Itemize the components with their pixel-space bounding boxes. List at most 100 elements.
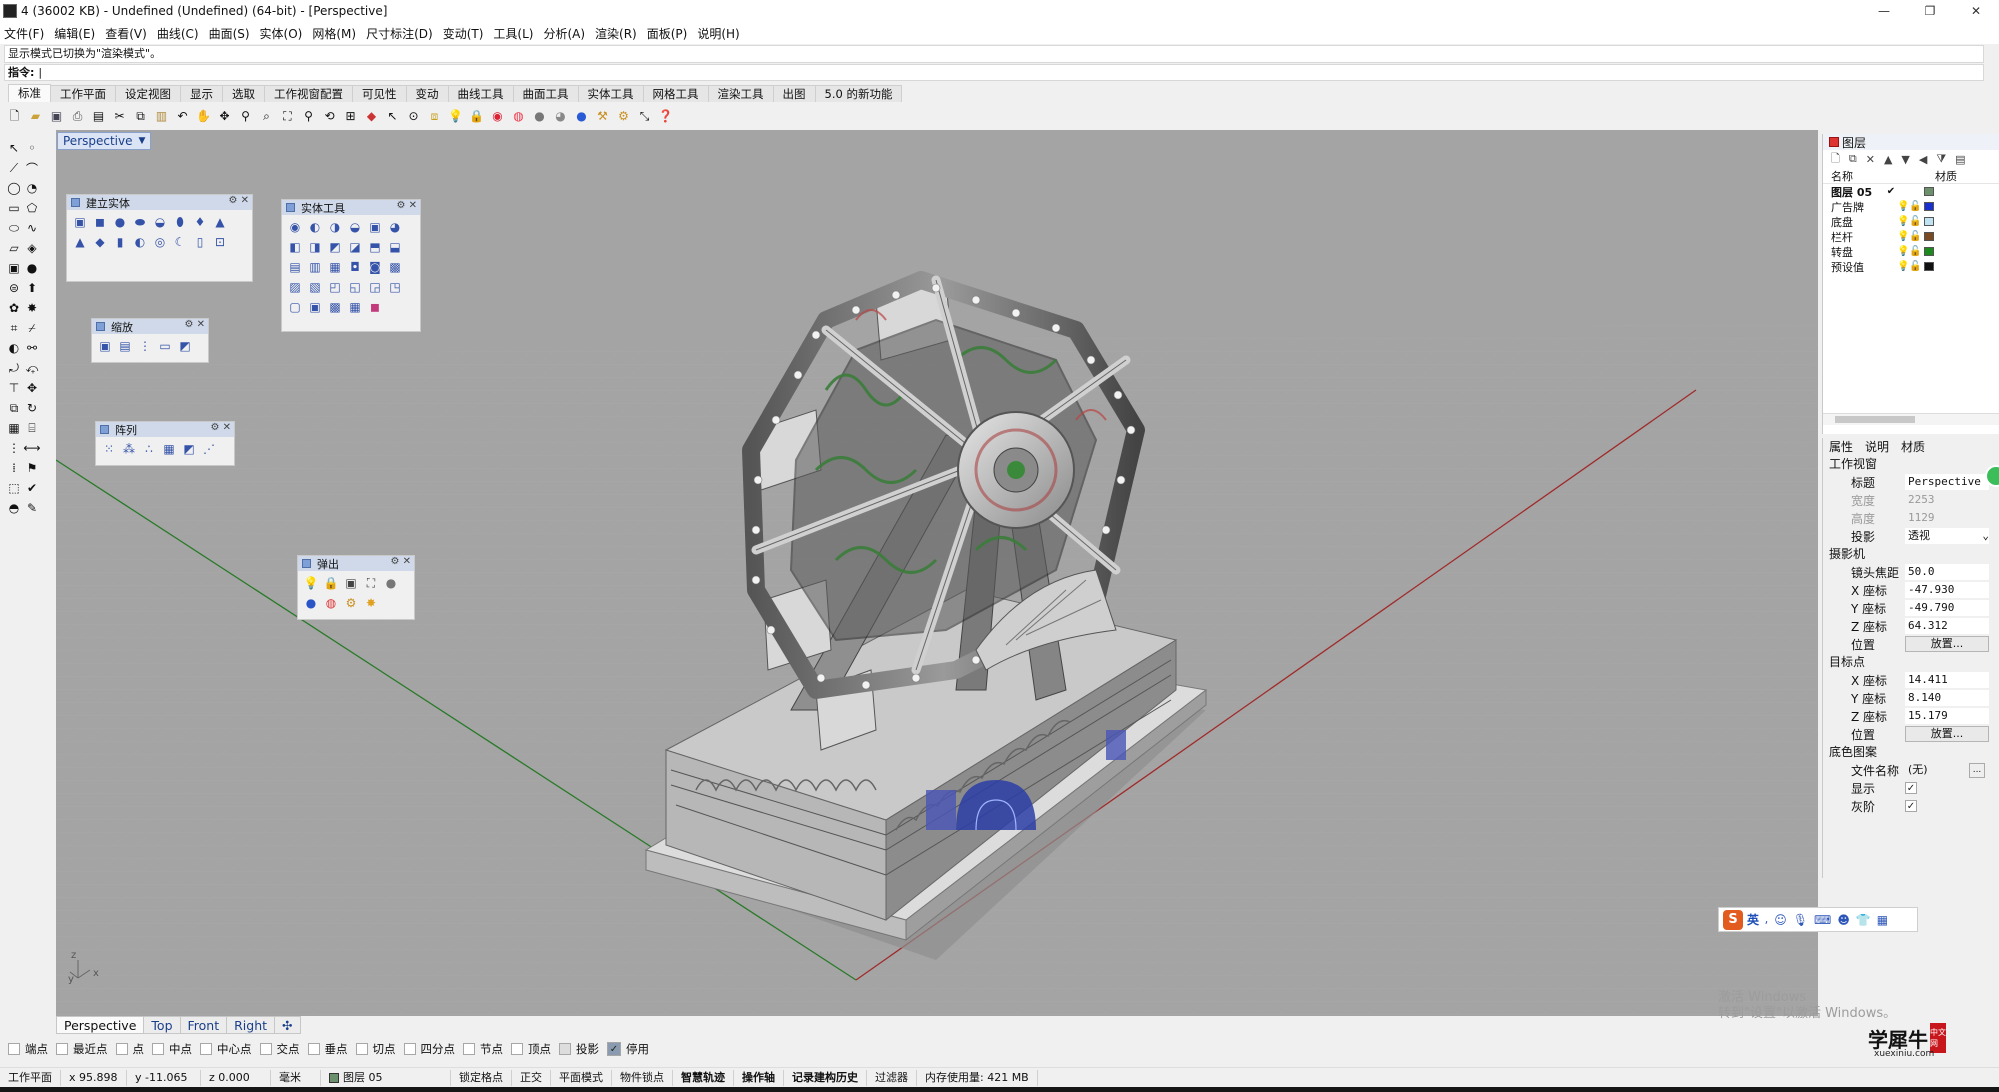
osnap-tan-checkbox[interactable] bbox=[355, 1043, 368, 1055]
palette-popup-header[interactable]: 弹出 ⚙ ✕ bbox=[298, 556, 414, 571]
osnap-perp[interactable]: 垂点 bbox=[307, 1041, 348, 1057]
array-hole-icon[interactable]: ▧ bbox=[307, 279, 323, 295]
undo-view-icon[interactable]: ⟲ bbox=[321, 108, 338, 125]
layer-color-swatch[interactable] bbox=[1924, 187, 1934, 196]
palette-zoom-header[interactable]: 缩放 ⚙ ✕ bbox=[92, 319, 208, 334]
skin-shirt-icon[interactable]: 👕 bbox=[1856, 913, 1871, 927]
grid-array-icon[interactable]: ▦ bbox=[161, 441, 177, 457]
hole-icon[interactable]: ◘ bbox=[347, 259, 363, 275]
tab-standard[interactable]: 标准 bbox=[8, 84, 51, 102]
new-layer-icon[interactable]: 🗋 bbox=[1831, 150, 1840, 169]
wire-cut-icon[interactable]: ◪ bbox=[347, 239, 363, 255]
project-icon[interactable]: ⬚ bbox=[6, 480, 22, 496]
filter-icon[interactable]: ⧩ bbox=[1936, 152, 1946, 166]
boolean-intersection-icon[interactable]: ◑ bbox=[327, 219, 343, 235]
arc-icon[interactable]: ◔ bbox=[24, 180, 40, 196]
place-camera-button[interactable]: 放置... bbox=[1905, 636, 1989, 652]
sphere-icon[interactable]: ● bbox=[24, 260, 40, 276]
menu-analyze[interactable]: 分析(A) bbox=[543, 25, 585, 42]
merge-icon[interactable]: ▢ bbox=[287, 299, 303, 315]
fold-face-icon[interactable]: ▦ bbox=[327, 259, 343, 275]
status-history[interactable]: 记录建构历史 bbox=[784, 1069, 867, 1086]
layer-icon[interactable]: ⧈ bbox=[426, 108, 443, 125]
osnap-disable[interactable]: ✓ 停用 bbox=[607, 1041, 649, 1057]
command-line[interactable]: 指令: | bbox=[4, 64, 1984, 81]
new-sublayer-icon[interactable]: ⧉ bbox=[1849, 152, 1857, 166]
sogou-logo-icon[interactable]: S bbox=[1723, 909, 1743, 930]
osnap-mid-checkbox[interactable] bbox=[152, 1043, 164, 1055]
linear-array-icon[interactable]: ⋰ bbox=[201, 441, 217, 457]
save-icon[interactable]: ▣ bbox=[48, 108, 65, 125]
move-face-icon[interactable]: ⬒ bbox=[367, 239, 383, 255]
prop-lens-field[interactable]: 50.0 bbox=[1905, 564, 1989, 580]
menu-surface[interactable]: 曲面(S) bbox=[209, 25, 250, 42]
render-sphere-icon[interactable]: ● bbox=[303, 595, 319, 611]
lock-icon[interactable]: 🔒 bbox=[468, 108, 485, 125]
split-face-icon[interactable]: ▥ bbox=[307, 259, 323, 275]
menu-edit[interactable]: 编辑(E) bbox=[54, 25, 95, 42]
menu-view[interactable]: 查看(V) bbox=[105, 25, 147, 42]
prop-camera-z-field[interactable]: 64.312 bbox=[1905, 618, 1989, 634]
emoji-icon[interactable]: ☺ bbox=[1774, 913, 1787, 927]
mesh-icon[interactable]: ⌗ bbox=[6, 320, 22, 336]
unlock-icon[interactable]: 🔓 bbox=[1909, 201, 1921, 212]
osnap-project-checkbox[interactable] bbox=[559, 1043, 571, 1055]
zoom-window-icon[interactable]: ⌕ bbox=[258, 108, 275, 125]
menu-file[interactable]: 文件(F) bbox=[4, 25, 44, 42]
cone-icon[interactable]: ▲ bbox=[212, 214, 228, 230]
move-up-icon[interactable]: ▲ bbox=[1884, 153, 1892, 166]
visible-bulb-icon[interactable]: 💡 bbox=[1897, 261, 1909, 272]
osnap-center[interactable]: 中心点 bbox=[200, 1041, 252, 1057]
save-icon[interactable]: ▣ bbox=[343, 575, 359, 591]
tab-viewport-layout[interactable]: 工作视窗配置 bbox=[264, 85, 353, 102]
options-icon[interactable]: ⚒ bbox=[594, 108, 611, 125]
explode-icon[interactable]: ✸ bbox=[363, 595, 379, 611]
import-icon[interactable]: ▤ bbox=[90, 108, 107, 125]
palette-close-icon[interactable]: ⚙ ✕ bbox=[390, 556, 411, 567]
prop-target-y-field[interactable]: 8.140 bbox=[1905, 690, 1989, 706]
tab-set-view[interactable]: 设定视图 bbox=[115, 85, 181, 102]
osnap-int[interactable]: 交点 bbox=[259, 1041, 300, 1057]
layer-color-swatch[interactable] bbox=[1924, 217, 1934, 226]
palette-solid-create-header[interactable]: 建立实体 ⚙ ✕ bbox=[67, 195, 252, 210]
osnap-knot-checkbox[interactable] bbox=[463, 1043, 475, 1055]
palette-close-icon[interactable]: ⚙ ✕ bbox=[210, 422, 231, 433]
rotate-view-icon[interactable]: ✥ bbox=[216, 108, 233, 125]
status-planar[interactable]: 平面模式 bbox=[551, 1069, 612, 1086]
notes-tab[interactable]: 说明 bbox=[1865, 438, 1889, 455]
microphone-icon[interactable]: 🎙 bbox=[1793, 913, 1808, 927]
box-icon[interactable]: ▣ bbox=[6, 260, 22, 276]
box-icon[interactable]: ◼ bbox=[92, 214, 108, 230]
new-file-icon[interactable]: 🗋 bbox=[6, 108, 23, 125]
scale-2d-icon[interactable]: ▤ bbox=[117, 338, 133, 354]
viewport-title[interactable]: Perspective ▼ bbox=[57, 132, 152, 150]
status-smarttrack[interactable]: 智慧轨迹 bbox=[673, 1069, 734, 1086]
layer-options-icon[interactable]: ▤ bbox=[1955, 153, 1965, 166]
paraboloid-icon[interactable]: ◒ bbox=[152, 214, 168, 230]
cylinder-icon[interactable]: ⊜ bbox=[6, 280, 22, 296]
make-planar-icon[interactable]: ◲ bbox=[367, 279, 383, 295]
add-viewport-tab-icon[interactable]: ✣ bbox=[274, 1016, 301, 1034]
material-icon[interactable]: ◉ bbox=[489, 108, 506, 125]
rectangular-array-icon[interactable]: ⁙ bbox=[101, 441, 117, 457]
menu-transform[interactable]: 变动(T) bbox=[443, 25, 484, 42]
paste-icon[interactable]: ▥ bbox=[153, 108, 170, 125]
osnap-perp-checkbox[interactable] bbox=[307, 1043, 320, 1055]
text-icon[interactable]: ◳ bbox=[387, 279, 403, 295]
palette-close-icon[interactable]: ⚙ ✕ bbox=[184, 319, 205, 330]
layer-row[interactable]: 图层 05 ✔ bbox=[1823, 184, 1999, 199]
menu-mesh[interactable]: 网格(M) bbox=[312, 25, 356, 42]
prop-target-x-field[interactable]: 14.411 bbox=[1905, 672, 1989, 688]
extrude-icon[interactable]: ▯ bbox=[192, 234, 208, 250]
status-ortho[interactable]: 正交 bbox=[512, 1069, 551, 1086]
menu-render[interactable]: 渲染(R) bbox=[595, 25, 637, 42]
circle-icon[interactable]: ◯ bbox=[6, 180, 22, 196]
status-layer[interactable]: 图层 05 bbox=[321, 1069, 451, 1086]
tab-surface-tools[interactable]: 曲面工具 bbox=[512, 85, 579, 102]
history-icon[interactable]: ◱ bbox=[347, 279, 363, 295]
toolbox-grid-icon[interactable]: ▦ bbox=[1877, 913, 1888, 927]
delete-hole-icon[interactable]: ◰ bbox=[327, 279, 343, 295]
truncated-cone-icon[interactable]: ◆ bbox=[92, 234, 108, 250]
pipe-icon[interactable]: ☾ bbox=[172, 234, 188, 250]
settings-gear-icon[interactable]: ⚙ bbox=[615, 108, 632, 125]
